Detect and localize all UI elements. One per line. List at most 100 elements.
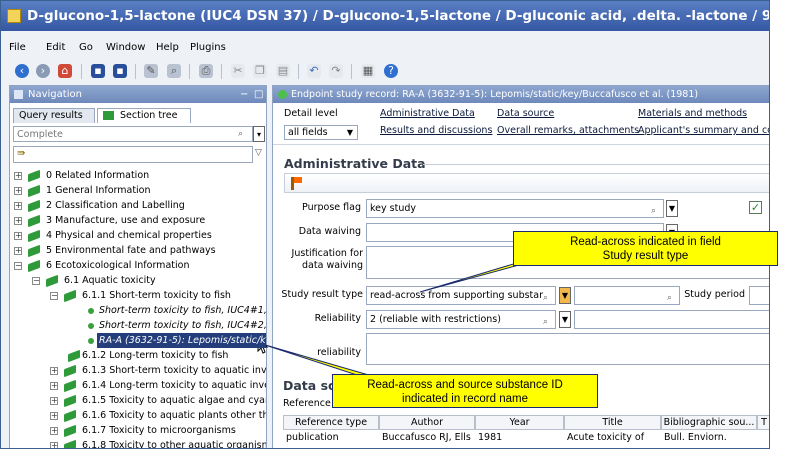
- callout-name-line-2: indicated in record name: [402, 393, 528, 405]
- print-icon[interactable]: ⎙: [199, 64, 213, 78]
- table-cell-bibliographic-source[interactable]: Bull. Enviorn.: [661, 430, 757, 445]
- table-cell-year[interactable]: 1981: [475, 430, 564, 445]
- search-icon[interactable]: ⌕: [543, 314, 549, 328]
- col-bibliographic-source[interactable]: Bibliographic sou...: [661, 415, 757, 430]
- edit-icon[interactable]: ✎: [144, 64, 158, 78]
- tab-query-results[interactable]: Query results: [13, 108, 95, 123]
- purpose-flag-checkbox[interactable]: ✓: [749, 201, 762, 214]
- callout-record-name: Read-across and source substance ID indi…: [332, 374, 598, 408]
- report-icon[interactable]: ▦: [361, 64, 375, 78]
- save-icon[interactable]: ▪: [91, 64, 105, 78]
- navigation-panel: Navigation − □ Query results Section tre…: [9, 85, 267, 448]
- col-reference-type[interactable]: Reference type: [283, 415, 379, 430]
- toolbar: ‹ › ⌂ ▪ ▪ ✎ ⌕ ⎙ ✂ ❐ ▤ ↶ ↷ ▦ ?: [1, 61, 769, 83]
- filter-input[interactable]: ⇛: [13, 146, 253, 163]
- tab-section-tree[interactable]: Section tree: [97, 108, 191, 123]
- study-result-type-field[interactable]: read-across from supporting substar ⌕: [366, 286, 556, 305]
- paste-icon[interactable]: ▤: [276, 64, 290, 78]
- toolbar-separator: [298, 64, 299, 79]
- purpose-flag-dropdown[interactable]: ▼: [666, 200, 678, 217]
- record-status-icon: [278, 90, 287, 99]
- forward-icon[interactable]: ›: [36, 64, 50, 78]
- link-overall-remarks[interactable]: Overall remarks, attachments: [497, 125, 639, 136]
- link-administrative-data[interactable]: Administrative Data: [380, 108, 475, 119]
- col-t[interactable]: T: [757, 415, 769, 430]
- callout-name-line-1: Read-across and source substance ID: [367, 379, 563, 391]
- reliability-label: Reliability: [314, 313, 361, 324]
- purpose-flag-field[interactable]: key study ⌕: [366, 199, 664, 218]
- flag-icon[interactable]: [291, 177, 302, 190]
- menu-help[interactable]: Help: [156, 42, 179, 53]
- toolbar-separator: [135, 64, 136, 79]
- reliability-value: 2 (reliable with restrictions): [370, 314, 501, 325]
- rationale-reliability-textarea[interactable]: [366, 333, 769, 365]
- rationale-reliability-label: reliability: [317, 347, 361, 358]
- detail-level-label: Detail level: [284, 108, 338, 119]
- data-waiving-label: Data waiving: [298, 226, 361, 237]
- menu-edit[interactable]: Edit: [46, 42, 65, 53]
- reference-label: Reference: [283, 398, 331, 409]
- col-year[interactable]: Year: [475, 415, 564, 430]
- table-cell-reference-type[interactable]: publication: [283, 430, 379, 445]
- app-icon: [7, 9, 21, 23]
- reliability-remarks-field[interactable]: [574, 310, 769, 329]
- col-title[interactable]: Title: [564, 415, 661, 430]
- record-header-title: Endpoint study record: RA-A (3632-91-5):…: [291, 89, 699, 100]
- flag-bar: [284, 173, 769, 193]
- menu-go[interactable]: Go: [79, 42, 93, 53]
- purpose-flag-label: Purpose flag: [302, 202, 361, 213]
- search-input[interactable]: Complete: [13, 126, 253, 142]
- navigation-icon: [14, 90, 23, 99]
- home-icon[interactable]: ⌂: [58, 64, 72, 78]
- link-applicants-summary[interactable]: Applicant's summary and co: [638, 125, 769, 136]
- maximize-icon[interactable]: □: [254, 86, 263, 103]
- link-results-and-discussions[interactable]: Results and discussions: [380, 125, 492, 136]
- section-divider: [423, 164, 769, 165]
- minimize-icon[interactable]: −: [240, 86, 248, 103]
- table-cell-title[interactable]: Acute toxicity of: [564, 430, 661, 445]
- copy-icon[interactable]: ❐: [253, 64, 267, 78]
- search-icon[interactable]: ⌕: [543, 290, 549, 304]
- purpose-flag-value: key study: [370, 203, 416, 214]
- reliability-dropdown[interactable]: ▼: [559, 311, 571, 328]
- menu-window[interactable]: Window: [106, 42, 145, 53]
- menu-file[interactable]: File: [9, 42, 26, 53]
- link-data-source[interactable]: Data source: [497, 108, 554, 119]
- redo-icon[interactable]: ↷: [329, 64, 343, 78]
- toolbar-separator: [189, 64, 190, 79]
- justification-label-line-1: Justification for: [291, 248, 363, 259]
- navigation-header: Navigation − □: [10, 86, 266, 103]
- reliability-field[interactable]: 2 (reliable with restrictions) ⌕: [366, 310, 556, 329]
- chevron-down-icon: ▼: [346, 128, 353, 137]
- data-source-title: Data so: [283, 378, 337, 393]
- navigation-tabs: Query results Section tree: [10, 106, 266, 123]
- search-dropdown-button[interactable]: ▾: [253, 126, 265, 142]
- search-icon[interactable]: ⌕: [651, 203, 656, 217]
- section-title: Administrative Data: [284, 156, 426, 171]
- title-bar: D-glucono-1,5-lactone (IUC4 DSN 37) / D-…: [1, 1, 769, 31]
- help-icon[interactable]: ?: [384, 64, 398, 78]
- section-tree-icon: [103, 111, 114, 120]
- detail-level-value: all fields: [288, 127, 328, 138]
- collapse-icon[interactable]: ▽: [255, 148, 262, 158]
- table-cell-author[interactable]: Buccafusco RJ, Ells: [379, 430, 475, 445]
- study-result-type-remarks-field[interactable]: ⌕: [574, 286, 680, 305]
- col-author[interactable]: Author: [379, 415, 475, 430]
- search-icon[interactable]: ⌕: [667, 290, 672, 304]
- save-all-icon[interactable]: ▪: [113, 64, 127, 78]
- section-navigation-bar: Detail level all fields ▼ Administrative…: [273, 103, 769, 145]
- toolbar-separator: [351, 64, 352, 79]
- undo-icon[interactable]: ↶: [307, 64, 321, 78]
- record-header: Endpoint study record: RA-A (3632-91-5):…: [273, 86, 769, 103]
- back-icon[interactable]: ‹: [15, 64, 29, 78]
- navigation-title: Navigation: [28, 89, 82, 100]
- link-materials-and-methods[interactable]: Materials and methods: [638, 108, 747, 119]
- callout-field-line-1: Read-across indicated in field: [570, 236, 721, 248]
- study-period-field[interactable]: [749, 286, 769, 305]
- detail-level-select[interactable]: all fields ▼: [284, 125, 358, 140]
- study-result-type-dropdown[interactable]: ▼: [559, 287, 571, 304]
- cut-icon[interactable]: ✂: [231, 64, 245, 78]
- search-icon[interactable]: ⌕: [238, 129, 243, 139]
- menu-plugins[interactable]: Plugins: [190, 42, 226, 53]
- preview-icon[interactable]: ⌕: [167, 64, 181, 78]
